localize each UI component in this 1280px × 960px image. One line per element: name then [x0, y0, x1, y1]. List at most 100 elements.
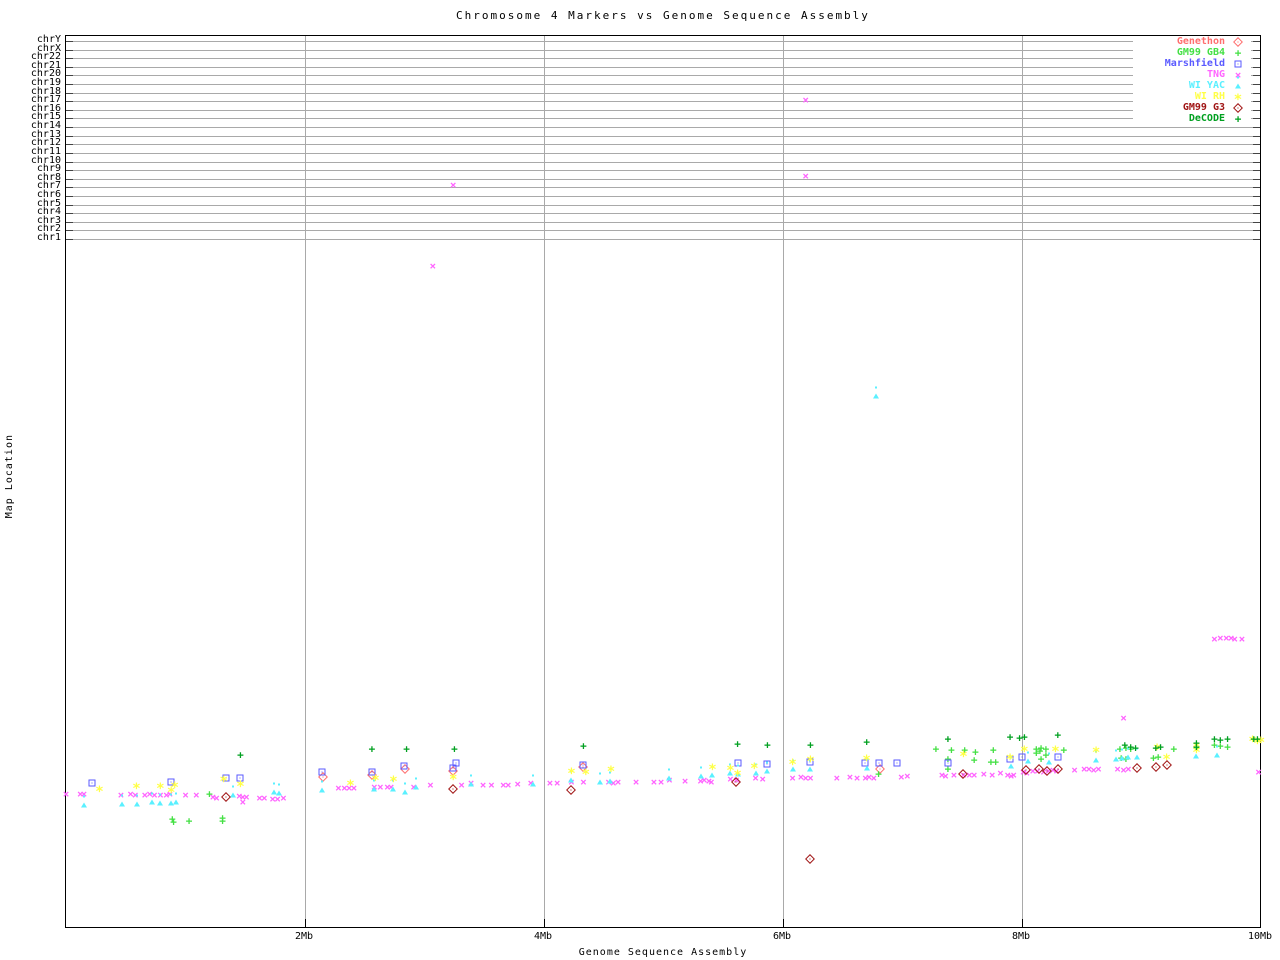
data-point-tng: × — [846, 770, 854, 784]
data-point-tng: × — [650, 775, 658, 789]
legend-label-gm99-gb4: GM99 GB4 — [1176, 47, 1225, 58]
data-point-tng: × — [707, 775, 715, 789]
data-point-tng: × — [410, 780, 418, 794]
data-point-wi-yac — [1008, 756, 1015, 769]
data-point-wi-yac — [172, 792, 179, 805]
data-point-genethon — [448, 766, 459, 776]
data-point-tng: × — [243, 790, 250, 804]
data-point-gm99-gb4: + — [1170, 742, 1178, 756]
data-point-gm99-gb4: + — [219, 811, 226, 825]
data-point-gm99-gb4: + — [970, 753, 978, 767]
data-point-gm99-gb4: + — [1122, 741, 1130, 755]
data-point-marshfield — [167, 778, 175, 786]
x-tick-label-4Mb: 4Mb — [533, 931, 553, 942]
data-point-tng: × — [345, 781, 353, 795]
data-point-tng: × — [261, 791, 268, 805]
data-point-tng: × — [1238, 632, 1246, 646]
data-point-wi-yac — [402, 782, 409, 795]
data-point-gm99-g3 — [1161, 760, 1172, 770]
data-point-gm99-gb4: + — [944, 752, 952, 766]
data-point-tng: × — [997, 766, 1004, 780]
data-point-marshfield — [734, 759, 742, 767]
legend-row-gm99-g3: GM99 G3 — [1133, 102, 1251, 113]
data-point-tng: × — [429, 259, 437, 273]
data-point-tng: × — [376, 780, 384, 794]
data-point-wi-yac — [697, 766, 704, 779]
data-point-tng: × — [938, 768, 946, 782]
data-point-tng: × — [697, 774, 704, 788]
data-point-tng: × — [950, 768, 958, 782]
data-point-gm99-gb4: + — [169, 812, 176, 826]
data-point-tng: × — [1255, 765, 1262, 779]
data-point-gm99-g3 — [566, 785, 577, 795]
data-point-tng: × — [1085, 762, 1093, 776]
data-point-tng: × — [789, 771, 796, 785]
data-point-wi-rh: * — [862, 752, 871, 769]
data-point-gm99-gb4: + — [206, 787, 213, 801]
data-point-marshfield — [222, 774, 230, 782]
data-point-tng: × — [705, 774, 713, 788]
data-point-wi-rh: * — [236, 778, 245, 795]
data-point-wi-yac — [149, 792, 156, 805]
data-point-gm99-gb4: + — [1037, 741, 1045, 755]
chrom-tick-left — [66, 41, 73, 42]
plus-icon: + — [1234, 112, 1242, 125]
chrom-gridline — [66, 144, 1260, 146]
legend-label-wi-yac: WI YAC — [1188, 80, 1225, 91]
data-point-wi-rh: * — [1256, 734, 1266, 751]
data-point-wi-rh: * — [1248, 733, 1257, 750]
chrom-tick-left — [66, 109, 73, 111]
chrom-gridline — [66, 170, 1260, 172]
chrom-tick-right — [1253, 221, 1260, 223]
triangle-dot-icon — [1235, 76, 1241, 88]
data-point-gm99-gb4: + — [932, 742, 940, 756]
data-point-tng: × — [752, 771, 759, 785]
chrom-label-chr1: chr1 — [36, 232, 61, 244]
chrom-tick-right — [1253, 92, 1260, 94]
chrom-tick-left — [66, 230, 73, 232]
data-point-tng: × — [488, 778, 495, 792]
chrom-tick-left — [66, 58, 73, 60]
data-point-tng: × — [1071, 763, 1078, 777]
legend-row-gm99-gb4: GM99 GB4 + — [1133, 47, 1251, 58]
data-point-decode: + — [944, 732, 952, 746]
data-point-wi-yac — [606, 771, 613, 784]
data-point-gm99-gb4: + — [972, 745, 979, 759]
chrom-gridline — [66, 239, 1260, 241]
legend-marker-gm99-gb4: + — [1225, 47, 1251, 58]
chrom-gridline — [66, 66, 1260, 68]
legend-row-decode: DeCODE + — [1133, 113, 1251, 124]
data-point-marshfield — [318, 768, 326, 776]
data-point-tng: × — [1217, 631, 1224, 645]
data-point-marshfield — [368, 768, 376, 776]
chrom-tick-left — [66, 187, 73, 189]
chrom-gridline — [66, 92, 1260, 94]
data-point-tng: × — [341, 781, 348, 795]
data-point-tng: × — [335, 781, 342, 795]
data-point-wi-rh: * — [346, 777, 355, 794]
data-point-gm99-gb4: + — [1042, 742, 1050, 756]
data-point-tng: × — [759, 772, 766, 786]
chrom-gridline — [66, 161, 1260, 163]
data-point-wi-yac — [863, 758, 870, 771]
chrom-tick-right — [1253, 213, 1260, 215]
data-point-tng: × — [1090, 763, 1097, 777]
data-point-tng: × — [681, 774, 689, 788]
data-point-decode: + — [451, 742, 458, 756]
data-point-decode: + — [807, 738, 814, 752]
diamond-dot-icon — [1233, 36, 1243, 47]
data-point-tng: × — [387, 780, 395, 794]
chrom-tick-left — [66, 75, 73, 77]
data-point-tng: × — [833, 771, 841, 785]
legend-label-genethon: Genethon — [1176, 36, 1225, 47]
chrom-tick-left — [66, 221, 73, 223]
data-point-tng: × — [1053, 764, 1060, 778]
data-point-marshfield — [1006, 755, 1014, 763]
data-point-tng: × — [733, 773, 740, 787]
data-point-gm99-g3 — [1150, 762, 1161, 772]
data-point-marshfield — [452, 759, 460, 767]
data-point-gm99-gb4: + — [1116, 742, 1124, 756]
data-point-tng: × — [553, 776, 561, 790]
data-point-decode: + — [1152, 741, 1160, 755]
x-gridline — [544, 36, 545, 927]
